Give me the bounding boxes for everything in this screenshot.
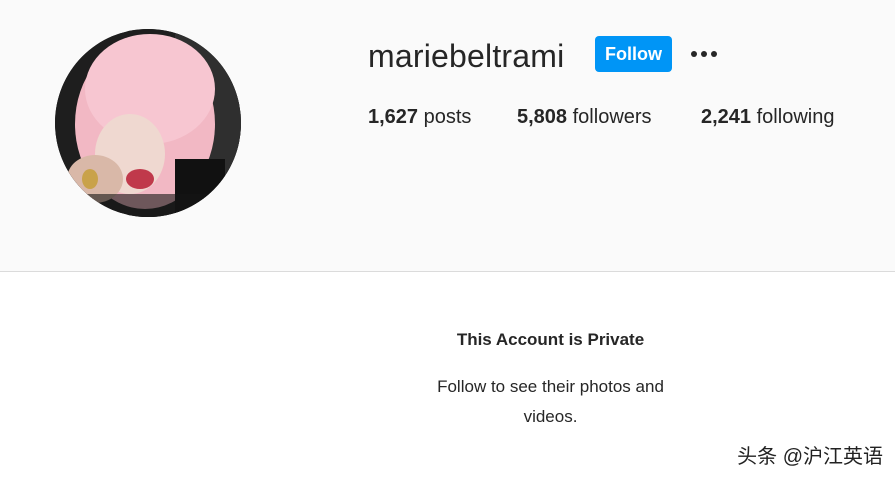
watermark-text: 头条 @沪江英语 — [737, 446, 883, 468]
followers-label: followers — [572, 106, 652, 128]
profile-username: mariebeltrami — [368, 38, 565, 74]
dot — [711, 51, 717, 57]
following-count: 2,241 — [701, 106, 752, 128]
posts-count: 1,627 — [368, 106, 419, 128]
private-account-message: Follow to see their photos and videos. — [437, 377, 664, 426]
stat-followers[interactable]: 5,808 followers — [517, 104, 652, 130]
posts-label: posts — [423, 106, 472, 128]
follow-button[interactable]: Follow — [595, 36, 672, 72]
private-account-title: This Account is Private — [456, 330, 645, 349]
dot — [691, 51, 697, 57]
following-label: following — [756, 106, 835, 128]
profile-page: mariebeltrami Follow 1,627 posts 5,808 f… — [0, 0, 895, 479]
avatar-photo — [55, 29, 241, 217]
stat-following[interactable]: 2,241 following — [701, 104, 834, 130]
profile-header: mariebeltrami Follow 1,627 posts 5,808 f… — [0, 0, 895, 272]
dot — [701, 51, 707, 57]
more-options-icon[interactable] — [688, 40, 720, 68]
profile-avatar[interactable] — [55, 29, 241, 217]
stat-posts: 1,627 posts — [368, 104, 471, 130]
followers-count: 5,808 — [517, 106, 568, 128]
